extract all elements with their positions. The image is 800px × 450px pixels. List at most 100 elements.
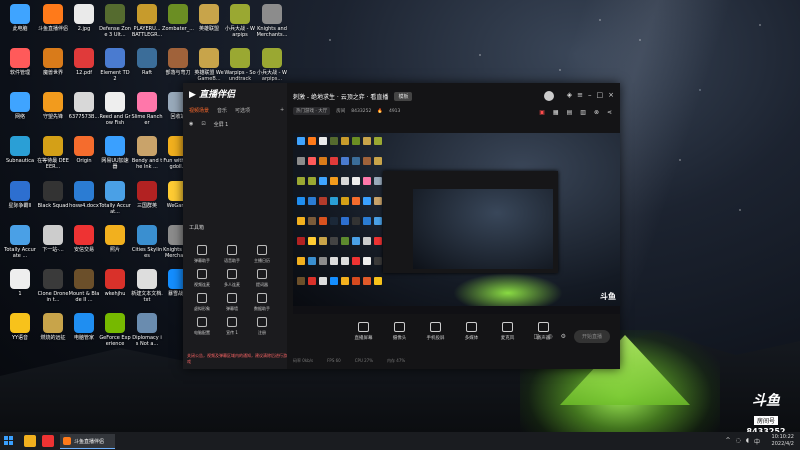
desktop-icon[interactable]: Diplomacy is Not a...	[131, 313, 163, 347]
toolbox-item[interactable]: 提词器	[249, 269, 275, 288]
toolbox-item[interactable]: 视频连麦	[189, 269, 215, 288]
desktop-icon[interactable]: 英雄联盟	[193, 4, 225, 32]
avatar[interactable]	[543, 91, 554, 101]
desktop-icon[interactable]: 三国群英	[131, 180, 163, 209]
desktop-icon[interactable]: 照片	[99, 224, 131, 253]
desktop-icon[interactable]: 星际争霸II	[4, 180, 36, 209]
clock[interactable]: 10:10:22 2022/4/2	[772, 434, 794, 448]
desktop-icon[interactable]: 新建文本文档.txt	[131, 268, 163, 303]
desktop-icon[interactable]: Element TD 2	[99, 48, 131, 82]
toolbox-item[interactable]: 弹幕墙	[219, 293, 245, 312]
desktop-icon[interactable]: 魔兽世界	[37, 48, 69, 76]
desktop-icon[interactable]: Bendy and the Ink ...	[131, 136, 163, 170]
scene-item[interactable]: ◉ ⊡ 全屏 1	[189, 121, 228, 128]
menu-icon[interactable]: ≡	[577, 91, 583, 101]
desktop-icon[interactable]: Defense Zone 3 Ult...	[99, 4, 131, 38]
desktop-icon[interactable]: Slime Rancher	[131, 92, 163, 126]
desktop-icon[interactable]: 6377573B...	[68, 92, 100, 120]
desktop-icon[interactable]: 下一站-...	[37, 224, 69, 253]
windows-start-icon[interactable]	[4, 436, 14, 446]
gift-icon[interactable]: ▣	[539, 109, 545, 116]
desktop-icon[interactable]: Cities Skylines	[131, 224, 163, 259]
desktop-icon[interactable]: 小兵大战 - Warpips...	[256, 48, 288, 82]
desktop-icon[interactable]: Totally Accurat...	[99, 180, 131, 215]
desktop-icon[interactable]: GeForce Experience	[99, 313, 131, 347]
stream-preview[interactable]: 斗鱼	[293, 133, 620, 314]
chevron-up-icon[interactable]: ^	[726, 437, 731, 446]
toolbox-item[interactable]: 主播日历	[249, 245, 275, 264]
record-icon[interactable]: ◎	[547, 333, 552, 340]
desktop-icon[interactable]: 软件管理	[4, 48, 36, 76]
ime-indicator[interactable]: 中	[754, 437, 760, 446]
taskbar-douyu-app[interactable]: 斗鱼直播伴侣	[60, 434, 115, 449]
desktop-icon[interactable]: 网易UU加速器	[99, 136, 131, 170]
share-icon[interactable]: ⋖	[607, 109, 612, 116]
source-control[interactable]: 手机投屏	[424, 322, 448, 352]
toolbox-item[interactable]: 虚拟形象	[189, 293, 215, 312]
template-badge[interactable]: 模板	[394, 91, 413, 101]
desktop-icon[interactable]: Knights and Merchants...	[256, 4, 288, 38]
toolbox-item[interactable]: 数据助手	[249, 293, 275, 312]
desktop-icon[interactable]: Origin	[68, 136, 100, 164]
chart-icon[interactable]: ▥	[580, 109, 586, 116]
source-control[interactable]: 直播屏幕	[352, 322, 376, 352]
toolbox-item[interactable]: 多人连麦	[219, 269, 245, 288]
desktop-icon[interactable]: 在等待最 DEEEER...	[37, 136, 69, 170]
desktop-icon[interactable]: 燃烧的远征	[37, 313, 69, 341]
desktop-icon[interactable]: YY语音	[4, 313, 36, 341]
desktop-icon[interactable]: Clone Drone in t...	[37, 268, 69, 303]
desktop-icon[interactable]: Zombater_...	[162, 4, 194, 32]
desktop-icon[interactable]: 1	[4, 268, 36, 297]
desktop-icon[interactable]: Raft	[131, 48, 163, 76]
desktop-icon[interactable]: 斗鱼直播伴侣	[37, 4, 69, 32]
toolbox-item[interactable]: 注册	[249, 317, 275, 336]
source-control[interactable]: 摄像头	[388, 322, 412, 352]
calendar-icon[interactable]: ▦	[553, 109, 559, 116]
desktop-icon[interactable]: 12.pdf	[68, 48, 100, 76]
start-live-button[interactable]: 开始直播	[573, 330, 610, 343]
tab-music[interactable]: 音乐	[217, 107, 227, 114]
skin-icon[interactable]: ◈	[567, 91, 572, 101]
source-control[interactable]: 多媒体	[460, 322, 484, 352]
volume-icon[interactable]: ◖	[746, 437, 749, 446]
tab-options[interactable]: 可选项	[235, 107, 250, 114]
stream-title[interactable]: 刺激 - 绝地求生 · 云顶之弈 · 看直播	[293, 92, 388, 101]
settings-icon[interactable]: ⚙	[561, 333, 566, 340]
desktop-icon[interactable]: 网络	[4, 92, 36, 120]
desktop-icon[interactable]: 部落与弯刀	[162, 48, 194, 76]
desktop-icon[interactable]: 安信交易	[68, 224, 100, 253]
taskbar-app-icon[interactable]	[42, 435, 54, 447]
desktop-icon[interactable]: 英雄联盟 WeGameB...	[193, 48, 225, 82]
shop-icon[interactable]: ▤	[567, 109, 573, 116]
desktop-icon[interactable]: 小兵大战 - Warpips	[224, 4, 256, 38]
desktop-icon[interactable]: wkehjhu	[99, 268, 131, 297]
toolbox-item[interactable]: 电脑配置	[189, 317, 215, 336]
category-chip[interactable]: 热门游戏 · 大厅	[293, 107, 331, 115]
link-icon[interactable]: ⊗	[594, 109, 599, 116]
desktop-icon[interactable]: Totally Accurate ...	[4, 224, 36, 259]
add-scene-icon[interactable]: +	[280, 107, 284, 114]
toolbox-item[interactable]: 宣传 1	[219, 317, 245, 336]
desktop-icon[interactable]: 电脑管家	[68, 313, 100, 341]
desktop-icon[interactable]: Reed and Grow Fish	[99, 92, 131, 126]
camera-toggle-icon[interactable]: ◫	[534, 333, 540, 340]
tab-scenes[interactable]: 视频场景	[189, 107, 209, 114]
desktop-icon[interactable]: Black Squad	[37, 180, 69, 209]
maximize-icon[interactable]: □	[597, 91, 604, 101]
desktop-icon[interactable]: 2.jpg	[68, 4, 100, 32]
desktop-icon[interactable]: 守望先锋	[37, 92, 69, 120]
lock-icon[interactable]: ⊡	[201, 121, 205, 128]
desktop-icon[interactable]: 此电脑	[4, 4, 36, 32]
file-explorer-icon[interactable]	[24, 435, 36, 447]
desktop-icon[interactable]: hosw4.docx	[68, 180, 100, 209]
network-icon[interactable]: ◌	[736, 437, 741, 446]
close-icon[interactable]: ×	[608, 91, 614, 101]
toolbox-item[interactable]: 语音助手	[219, 245, 245, 264]
desktop-icon[interactable]: Subnautica	[4, 136, 36, 164]
desktop-icon[interactable]: Warpips - Soundtrack	[224, 48, 256, 82]
desktop-icon[interactable]: Mount & Blade II ...	[68, 268, 100, 303]
source-control[interactable]: 麦克风	[496, 322, 520, 352]
eye-icon[interactable]: ◉	[189, 121, 193, 128]
desktop-icon[interactable]: PLAYERU... BATTLEGR...	[131, 4, 163, 38]
minimize-icon[interactable]: –	[588, 91, 592, 101]
